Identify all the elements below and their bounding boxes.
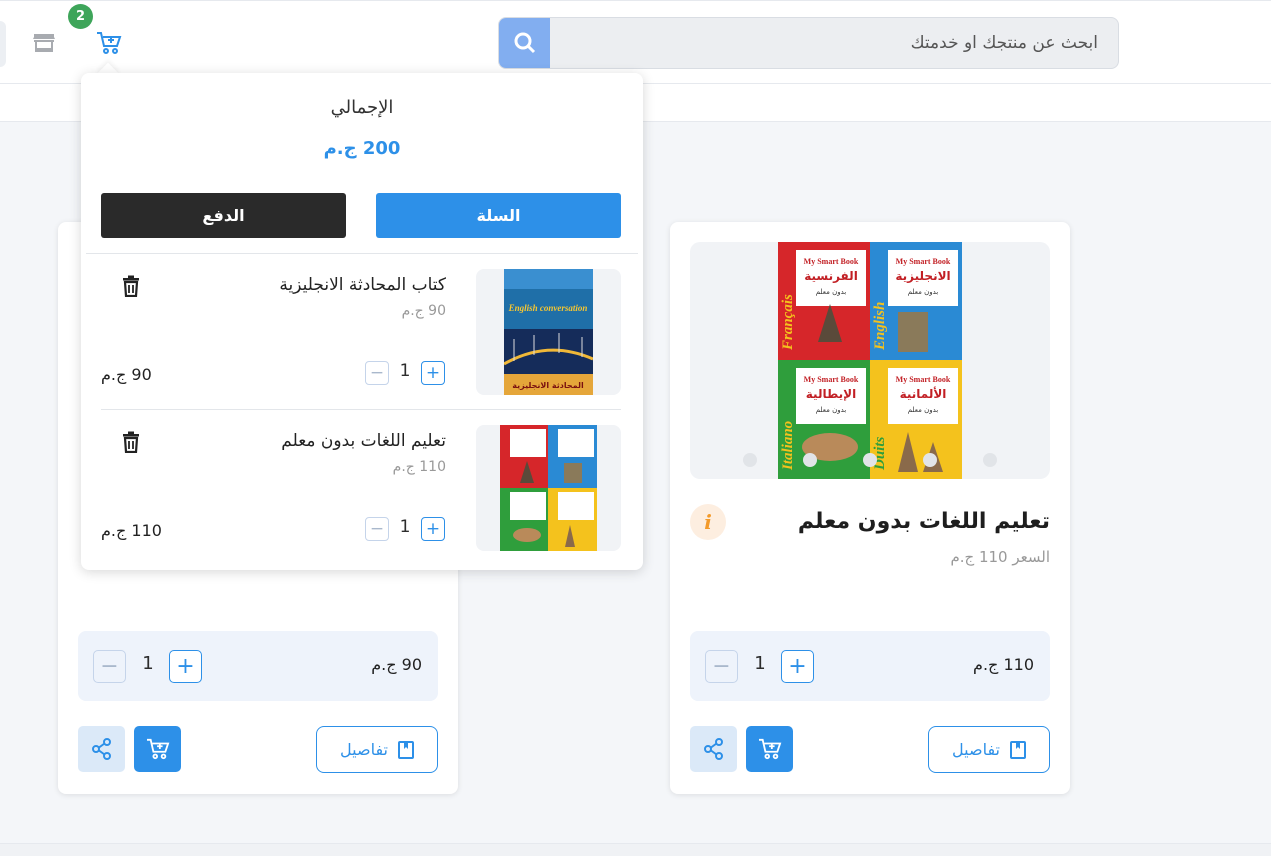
cart-item-unit-price: 110 ج.م [392, 459, 446, 475]
cover-subtitle: بدون معلم [908, 288, 939, 296]
book-icon [1009, 740, 1026, 759]
slider-dot[interactable] [983, 453, 997, 467]
cart-item-name: كتاب المحادثة الانجليزية [279, 275, 446, 295]
slider-dot[interactable] [923, 453, 937, 467]
search-input[interactable] [550, 18, 1118, 68]
increase-qty-button[interactable]: + [781, 650, 814, 683]
cart-item-qty: 1 [399, 517, 411, 537]
english-book-cover: English conversation المحادثة الانجليزية [504, 269, 593, 395]
checkout-button[interactable]: الدفع [101, 193, 346, 238]
increase-qty-button[interactable]: + [421, 361, 445, 385]
search-button[interactable] [499, 18, 550, 68]
share-icon [703, 738, 723, 760]
store-icon[interactable] [30, 29, 58, 57]
cover-series-label: My Smart Book [896, 375, 951, 384]
cover-subtitle: المحادثة الانجليزية [512, 381, 584, 390]
trash-icon[interactable] [121, 431, 143, 455]
slider-dot[interactable] [743, 453, 757, 467]
cover-subtitle: بدون معلم [816, 288, 847, 296]
cart-item: تعليم اللغات بدون معلم 110 ج.م − 1 + 110… [81, 411, 643, 551]
details-label: تفاصيل [340, 740, 388, 759]
details-button[interactable]: تفاصيل [928, 726, 1050, 773]
cart-item: English conversation المحادثة الانجليزية… [81, 255, 643, 395]
increase-qty-button[interactable]: + [169, 650, 202, 683]
quantity-panel: − 1 + 110 ج.م [690, 631, 1050, 701]
cart-item-total: 110 ج.م [101, 521, 162, 540]
product-card: My Smart Book My Smart Book My Smart Boo… [670, 222, 1070, 794]
info-icon[interactable]: i [690, 504, 726, 540]
search-bar [498, 17, 1119, 69]
total-label: الإجمالي [330, 97, 394, 118]
cart-item-unit-price: 90 ج.م [401, 303, 446, 319]
cover-lang-title: الألمانية [900, 386, 947, 401]
slider-dots [690, 453, 1050, 467]
footer-edge [0, 843, 1271, 856]
cart-item-name: تعليم اللغات بدون معلم [281, 431, 446, 451]
cover-lang-title: الانجليزية [895, 269, 950, 283]
cover-lang-title: الفرنسية [804, 269, 858, 283]
details-label: تفاصيل [952, 740, 1000, 759]
top-header: 2 [0, 0, 1271, 84]
decrease-qty-button[interactable]: − [705, 650, 738, 683]
cover-series-label: My Smart Book [896, 257, 951, 266]
slider-dot[interactable] [863, 453, 877, 467]
slider-dot[interactable] [803, 453, 817, 467]
add-to-cart-button[interactable] [134, 726, 181, 772]
cover-series-label: My Smart Book [804, 375, 859, 384]
side-handle [0, 21, 6, 67]
quantity-panel: − 1 + 90 ج.م [78, 631, 438, 701]
cover-series-label: My Smart Book [804, 257, 859, 266]
divider [86, 253, 638, 254]
cart-item-total: 90 ج.م [101, 365, 152, 384]
decrease-qty-button[interactable]: − [365, 517, 389, 541]
product-cover-image: My Smart Book My Smart Book My Smart Boo… [778, 242, 962, 479]
share-icon [91, 738, 111, 760]
cart-item-thumbnail [476, 425, 621, 551]
divider [101, 409, 621, 410]
cart-count-badge: 2 [68, 4, 93, 29]
cart-plus-icon [758, 738, 781, 760]
line-price: 110 ج.م [973, 655, 1034, 674]
cart-icon[interactable] [94, 29, 124, 57]
cart-plus-icon [146, 738, 169, 760]
product-title: تعليم اللغات بدون معلم [797, 509, 1050, 534]
details-button[interactable]: تفاصيل [316, 726, 438, 773]
cart-item-thumbnail: English conversation المحادثة الانجليزية [476, 269, 621, 395]
view-cart-button[interactable]: السلة [376, 193, 621, 238]
search-icon [514, 32, 535, 54]
cart-dropdown: الإجمالي 200 ج.م الدفع السلة English con… [81, 73, 643, 570]
trash-icon[interactable] [121, 275, 143, 299]
cover-lang-title: الإيطالية [806, 387, 856, 401]
quantity-value: 1 [142, 653, 154, 674]
cover-subtitle: بدون معلم [816, 406, 847, 414]
total-value: 200 ج.م [323, 138, 401, 159]
quantity-value: 1 [754, 653, 766, 674]
cover-lang-name: English [872, 302, 888, 351]
share-button[interactable] [78, 726, 125, 772]
cover-title: English conversation [508, 303, 588, 313]
increase-qty-button[interactable]: + [421, 517, 445, 541]
cart-item-qty: 1 [399, 361, 411, 381]
share-button[interactable] [690, 726, 737, 772]
add-to-cart-button[interactable] [746, 726, 793, 772]
decrease-qty-button[interactable]: − [93, 650, 126, 683]
product-price: السعر 110 ج.م [950, 548, 1050, 566]
product-image-slider[interactable]: My Smart Book My Smart Book My Smart Boo… [690, 242, 1050, 479]
languages-book-cover [500, 425, 597, 551]
line-price: 90 ج.م [371, 655, 422, 674]
decrease-qty-button[interactable]: − [365, 361, 389, 385]
cover-lang-name: Français [780, 294, 796, 351]
cover-subtitle: بدون معلم [908, 406, 939, 414]
book-icon [397, 740, 414, 759]
